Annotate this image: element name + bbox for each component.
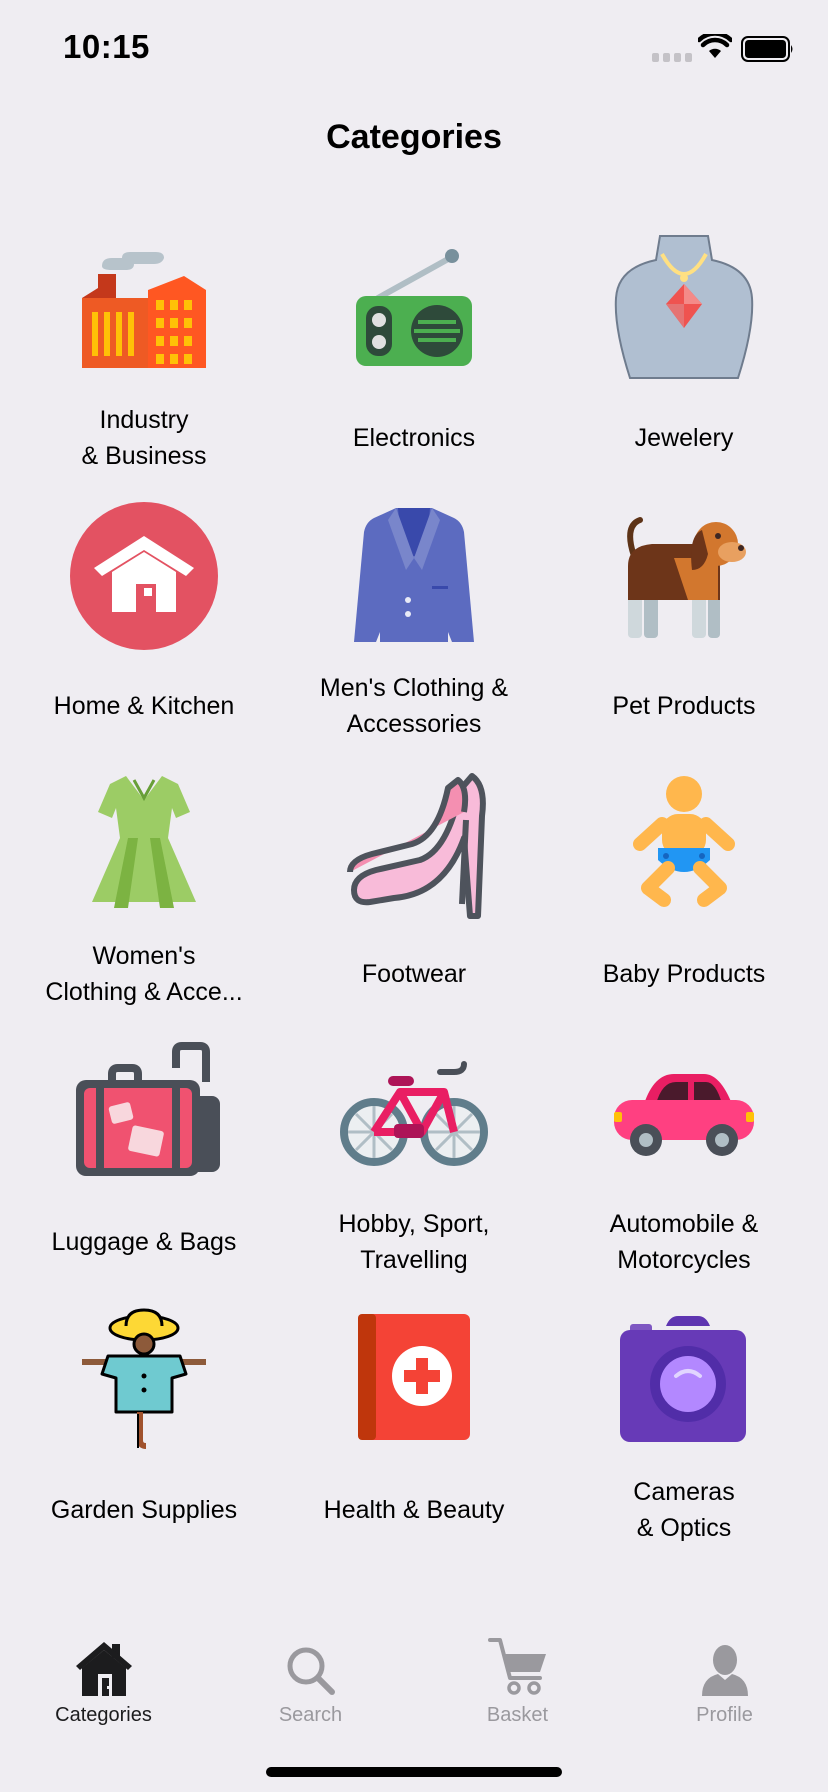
category-label: Cameras & Optics xyxy=(633,1478,735,1542)
category-mens-clothing[interactable]: Men's Clothing & Accessories xyxy=(279,496,549,764)
cellular-signal-icon xyxy=(652,53,692,62)
necklace-icon xyxy=(604,228,764,388)
category-label: Industry & Business xyxy=(81,406,207,470)
category-label: Automobile & Motorcycles xyxy=(609,1210,759,1274)
home-icon xyxy=(75,1642,132,1696)
category-label: Pet Products xyxy=(612,692,756,720)
category-hobby-sport-travelling[interactable]: Hobby, Sport, Travelling xyxy=(279,1032,549,1300)
status-time: 10:15 xyxy=(63,28,150,65)
house-icon xyxy=(64,496,224,656)
category-label: Home & Kitchen xyxy=(53,692,235,720)
baby-icon xyxy=(604,764,764,924)
category-automobile-motorcycles[interactable]: Automobile & Motorcycles xyxy=(549,1032,819,1300)
category-label: Health & Beauty xyxy=(323,1496,505,1524)
battery-icon xyxy=(741,36,793,62)
category-label: Footwear xyxy=(361,960,467,988)
category-label: Hobby, Sport, Travelling xyxy=(338,1210,490,1274)
luggage-icon xyxy=(64,1032,224,1192)
page-title: Categories xyxy=(326,118,502,156)
tab-bar: Categories Search Basket Profile xyxy=(0,1610,828,1792)
tab-label: Profile xyxy=(696,1704,753,1726)
category-label: Jewelery xyxy=(634,424,734,452)
category-garden-supplies[interactable]: Garden Supplies xyxy=(9,1300,279,1568)
category-label: Electronics xyxy=(352,424,476,452)
tab-search[interactable]: Search xyxy=(207,1632,414,1727)
factory-icon xyxy=(64,228,224,388)
tab-profile[interactable]: Profile xyxy=(621,1632,828,1727)
cart-icon xyxy=(487,1638,546,1695)
car-icon xyxy=(604,1032,764,1192)
tab-label: Basket xyxy=(486,1704,549,1726)
category-footwear[interactable]: Footwear xyxy=(279,764,549,1032)
category-luggage-bags[interactable]: Luggage & Bags xyxy=(9,1032,279,1300)
category-cameras-optics[interactable]: Cameras & Optics xyxy=(549,1300,819,1568)
dog-icon xyxy=(604,496,764,656)
tab-categories[interactable]: Categories xyxy=(0,1632,207,1727)
person-icon xyxy=(701,1645,748,1696)
wifi-icon xyxy=(698,34,732,58)
category-pet-products[interactable]: Pet Products xyxy=(549,496,819,764)
category-baby-products[interactable]: Baby Products xyxy=(549,764,819,1032)
tab-basket[interactable]: Basket xyxy=(414,1632,621,1727)
first-aid-book-icon xyxy=(334,1300,494,1460)
camera-icon xyxy=(604,1300,764,1460)
category-label: Baby Products xyxy=(602,960,766,988)
blazer-icon xyxy=(334,496,494,656)
high-heels-icon xyxy=(334,764,494,924)
tab-label: Search xyxy=(278,1704,343,1726)
bicycle-icon xyxy=(334,1032,494,1192)
dress-icon xyxy=(64,764,224,924)
category-jewelery[interactable]: Jewelery xyxy=(549,228,819,496)
radio-icon xyxy=(334,228,494,388)
category-label: Men's Clothing & Accessories xyxy=(319,674,509,738)
category-label: Women's Clothing & Acce... xyxy=(45,942,243,1006)
tab-label: Categories xyxy=(55,1704,152,1726)
status-bar: 10:15 xyxy=(0,0,828,100)
category-label: Garden Supplies xyxy=(50,1496,238,1524)
category-home-kitchen[interactable]: Home & Kitchen xyxy=(9,496,279,764)
home-indicator xyxy=(266,1767,562,1777)
category-label: Luggage & Bags xyxy=(51,1228,237,1256)
category-electronics[interactable]: Electronics xyxy=(279,228,549,496)
category-health-beauty[interactable]: Health & Beauty xyxy=(279,1300,549,1568)
search-icon xyxy=(287,1647,335,1695)
category-womens-clothing[interactable]: Women's Clothing & Acce... xyxy=(9,764,279,1032)
category-industry-business[interactable]: Industry & Business xyxy=(9,228,279,496)
scarecrow-icon xyxy=(64,1300,224,1460)
